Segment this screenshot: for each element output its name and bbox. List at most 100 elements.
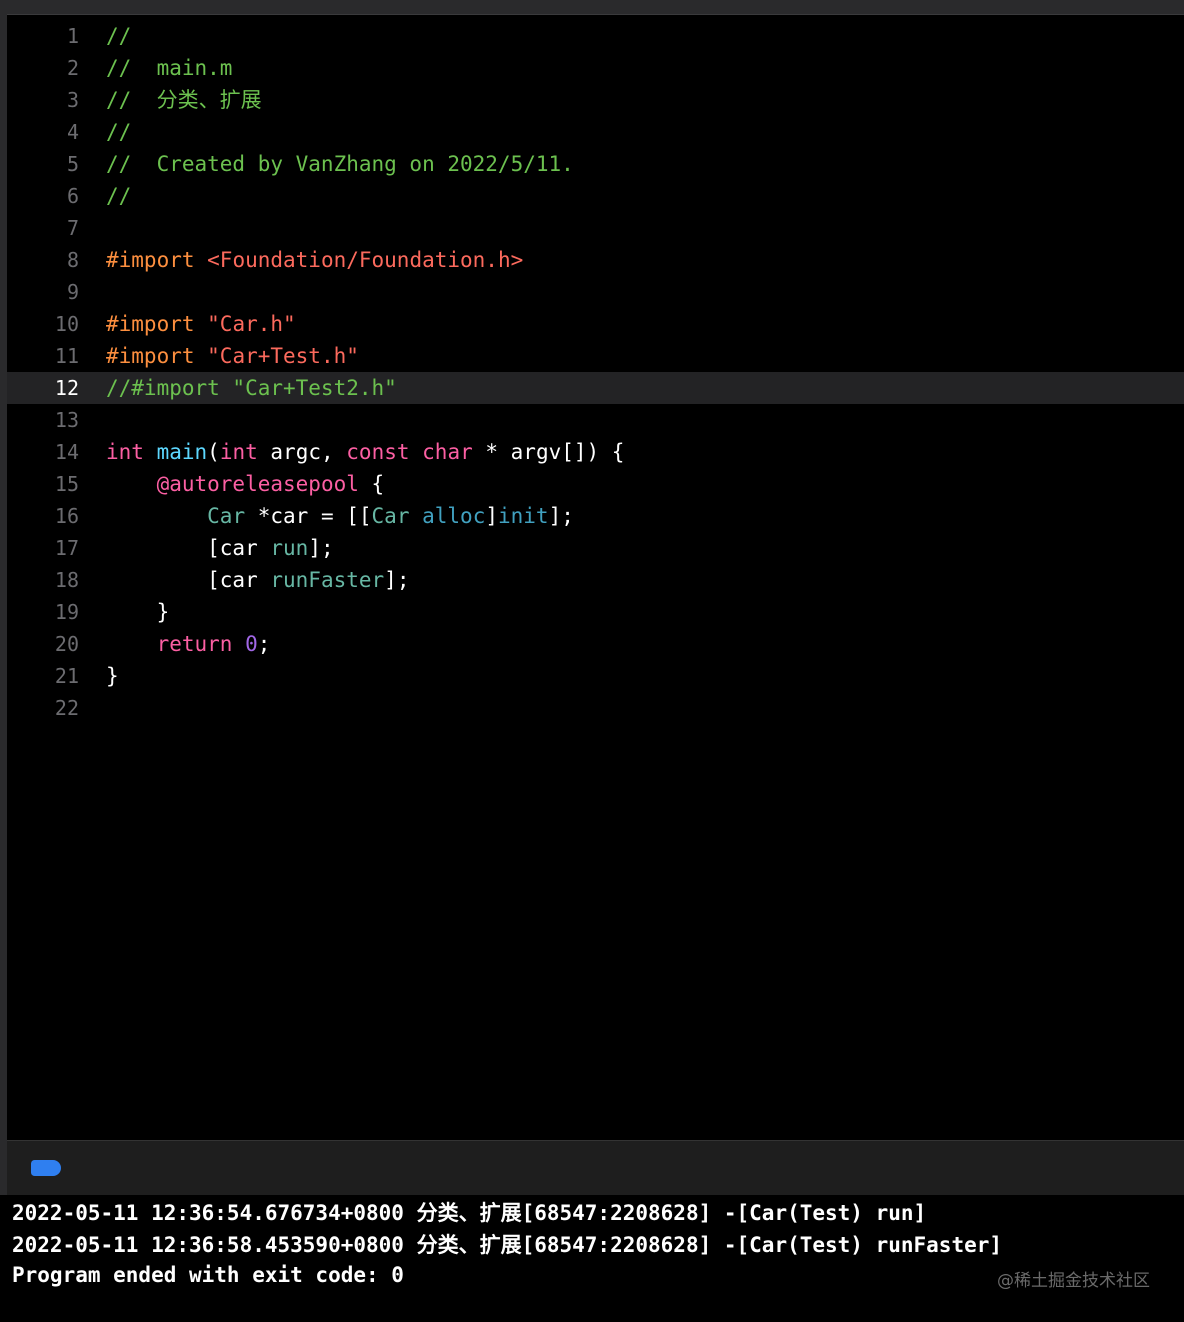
code-token: runFaster — [270, 568, 385, 592]
code-line[interactable]: 20 return 0; — [7, 628, 1184, 660]
code-token: #import — [106, 344, 208, 368]
filter-tag-icon[interactable] — [31, 1160, 61, 1176]
code-text: // Created by VanZhang on 2022/5/11. — [106, 148, 574, 180]
left-edge — [0, 0, 7, 1322]
code-token: Car — [207, 504, 246, 528]
line-number: 22 — [54, 696, 79, 720]
code-token: return — [156, 632, 233, 656]
code-text: // main.m — [106, 52, 232, 84]
code-token: } — [106, 600, 170, 624]
line-number: 3 — [66, 88, 79, 112]
code-token: [car — [106, 536, 271, 560]
line-number: 18 — [54, 568, 79, 592]
code-line[interactable]: 16 Car *car = [[Car alloc]init]; — [7, 500, 1184, 532]
code-token: // 分类、扩展 — [106, 88, 262, 112]
code-token: ]; — [384, 568, 410, 592]
code-text: } — [106, 660, 119, 692]
line-number: 14 — [54, 440, 79, 464]
line-number: 9 — [66, 280, 79, 304]
code-token: #import — [106, 312, 208, 336]
code-text: int main(int argc, const char * argv[]) … — [106, 436, 624, 468]
code-line[interactable]: 3 // 分类、扩展 — [7, 84, 1184, 116]
code-line[interactable]: 6 // — [7, 180, 1184, 212]
code-token: // Created by VanZhang on 2022/5/11. — [106, 152, 574, 176]
code-line[interactable]: 15 @autoreleasepool { — [7, 468, 1184, 500]
code-token: } — [106, 664, 119, 688]
code-line[interactable]: 13 — [7, 404, 1184, 436]
code-token: ]; — [308, 536, 334, 560]
code-token: char — [422, 440, 473, 464]
line-number: 21 — [54, 664, 79, 688]
code-token: [car — [106, 568, 271, 592]
code-line[interactable]: 21} — [7, 660, 1184, 692]
code-line[interactable]: 14 int main(int argc, const char * argv[]… — [7, 436, 1184, 468]
line-number: 19 — [54, 600, 79, 624]
code-token: <Foundation/Foundation.h> — [207, 248, 524, 272]
code-line[interactable]: 1 // — [7, 20, 1184, 52]
code-line[interactable]: 7 — [7, 212, 1184, 244]
code-line[interactable]: 2 // main.m — [7, 52, 1184, 84]
line-number: 5 — [66, 152, 79, 176]
console-line: 2022-05-11 12:36:58.453590+0800 分类、扩展[68… — [12, 1233, 1003, 1257]
code-token: const — [346, 440, 410, 464]
code-token: // — [106, 120, 132, 144]
code-token: #import — [106, 248, 208, 272]
code-token: ]; — [548, 504, 574, 528]
code-text: [car runFaster]; — [106, 564, 409, 596]
code-token: int — [219, 440, 258, 464]
line-number: 7 — [66, 216, 79, 240]
code-line[interactable]: 4 // — [7, 116, 1184, 148]
code-token: { — [358, 472, 385, 496]
code-line[interactable]: 5 // Created by VanZhang on 2022/5/11. — [7, 148, 1184, 180]
code-line[interactable]: 17 [car run]; — [7, 532, 1184, 564]
line-number: 11 — [54, 344, 79, 368]
code-line[interactable]: 8 #import <Foundation/Foundation.h> — [7, 244, 1184, 276]
line-number: 10 — [54, 312, 79, 336]
code-text: #import <Foundation/Foundation.h> — [106, 244, 523, 276]
code-token: main — [156, 440, 208, 464]
code-token: Car — [371, 504, 410, 528]
code-editor[interactable]: 1 // 2 // main.m 3 // 分类、扩展 4 // 5 // Created by … — [7, 16, 1184, 1140]
code-token: // — [106, 24, 132, 48]
code-token: @autoreleasepool — [156, 472, 359, 496]
line-number: 15 — [54, 472, 79, 496]
code-token: // main.m — [106, 56, 233, 80]
code-line[interactable]: 22 — [7, 692, 1184, 724]
code-token: * argv[]) { — [472, 440, 625, 464]
code-text: // — [106, 20, 131, 52]
line-number: 12 — [54, 376, 79, 400]
code-token: argc, — [257, 440, 347, 464]
code-token: *car = [[ — [245, 504, 372, 528]
console-line: 2022-05-11 12:36:54.676734+0800 分类、扩展[68… — [12, 1201, 927, 1225]
code-line[interactable]: 10 #import "Car.h" — [7, 308, 1184, 340]
code-token: "Car+Test.h" — [207, 344, 359, 368]
top-toolbar — [0, 0, 1184, 15]
code-text: // — [106, 116, 131, 148]
code-line[interactable]: 11 #import "Car+Test.h" — [7, 340, 1184, 372]
line-number: 13 — [54, 408, 79, 432]
code-token: //#import "Car+Test2.h" — [106, 376, 397, 400]
line-number: 17 — [54, 536, 79, 560]
code-text: // 分类、扩展 — [106, 84, 262, 116]
code-token: alloc — [422, 504, 486, 528]
code-text: return 0; — [106, 628, 271, 660]
code-text: #import "Car+Test.h" — [106, 340, 359, 372]
code-token: // — [106, 184, 132, 208]
line-number: 6 — [66, 184, 79, 208]
code-token: ; — [257, 632, 271, 656]
code-line[interactable]: 9 — [7, 276, 1184, 308]
code-text: [car run]; — [106, 532, 334, 564]
code-token: init — [498, 504, 549, 528]
code-line[interactable]: 12 //#import "Car+Test2.h" — [7, 372, 1184, 404]
code-line[interactable]: 18 [car runFaster]; — [7, 564, 1184, 596]
code-line[interactable]: 19 } — [7, 596, 1184, 628]
line-number: 4 — [66, 120, 79, 144]
code-token: "Car.h" — [207, 312, 296, 336]
watermark: @稀土掘金技术社区 — [997, 1271, 1150, 1291]
debug-console[interactable]: 2022-05-11 12:36:54.676734+0800 分类、扩展[68… — [0, 1195, 1184, 1322]
